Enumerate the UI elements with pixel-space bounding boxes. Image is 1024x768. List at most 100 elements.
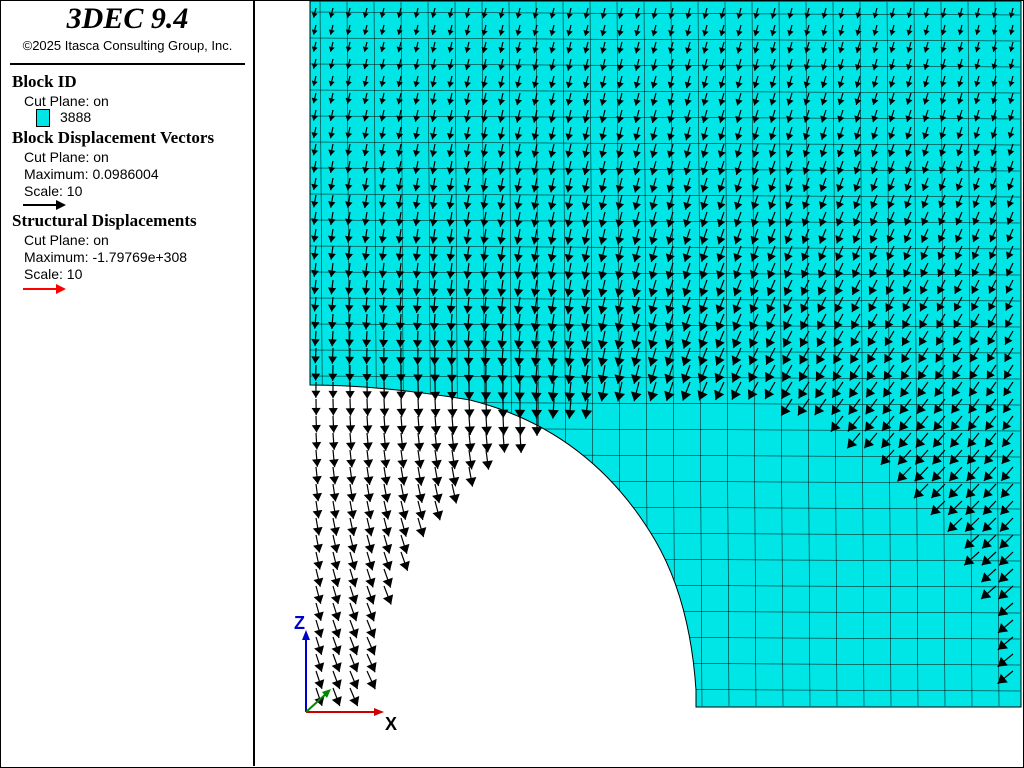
displacement-vector-head [364,510,375,520]
displacement-vector-head [464,443,476,453]
displacement-vector-head [313,543,323,553]
displacement-vector-head [448,476,460,487]
displacement-vector-head [345,425,356,434]
displacement-vector-head [531,427,543,436]
block-displacement-maximum: Maximum: 0.0986004 [24,166,159,182]
displacement-vector-head [329,459,339,468]
displacement-vector-head [413,425,424,435]
displacement-vector-head [311,390,321,398]
displacement-vector-head [398,527,410,537]
displacement-vector-head [362,408,373,417]
legend-panel: 3DEC 9.4 ©2025 Itasca Consulting Group, … [0,0,255,766]
displacement-vector-head [345,408,355,416]
displacement-vector-head [379,425,390,434]
displacement-vector-head [312,458,322,467]
displacement-vector-head [347,543,358,554]
displacement-vector-head [498,443,510,453]
displacement-vector-head [464,426,475,435]
displacement-vector-head [328,425,339,433]
displacement-vector-head [413,391,424,400]
displacement-vector-head [430,442,442,452]
axis-triad: Z X [294,613,397,734]
model-viewport[interactable]: Z X [257,1,1023,766]
displacement-vector-head [346,459,356,468]
displacement-vector-head [328,390,338,399]
displacement-vector-head [345,442,356,451]
displacement-vector-head [397,476,408,486]
displacement-vector-head [431,459,442,469]
displacement-vector-head [430,408,441,418]
displacement-vector-head [515,443,527,453]
displacement-vector-head [431,476,443,487]
displacement-vector-head [364,543,375,554]
displacement-vector-head [396,408,407,417]
displacement-vector-head [362,425,373,434]
displacement-vector-head [414,476,426,486]
displacement-vector-head [363,493,374,503]
displacement-vector-head [329,509,340,519]
y-axis-line [305,692,328,713]
displacement-vector-head [379,391,389,400]
displacement-vector-head [430,425,441,435]
displacement-vector-head [363,442,373,451]
displacement-vector-head [330,577,341,587]
displacement-vector-head [396,391,407,400]
block-id-cut-plane: Cut Plane: on [24,93,109,109]
displacement-vector-head [465,460,476,470]
legend-divider [10,63,245,65]
displacement-vector-head [449,493,460,504]
displacement-vector-head [379,408,390,417]
displacement-vector-head [430,391,441,400]
displacement-vector-head [380,493,392,503]
copyright-text: ©2025 Itasca Consulting Group, Inc. [22,38,233,53]
displacement-vector-head [414,442,425,452]
displacement-vector-head [465,477,477,487]
displacement-vector-head [313,560,324,570]
displacement-vector-head [363,459,374,468]
z-axis-label: Z [294,613,305,633]
displacement-vector-head [364,526,375,537]
displacement-vector-head [397,459,408,469]
structural-displacement-maximum: Maximum: -1.79769e+308 [24,249,188,265]
displacement-vector-head [313,594,324,604]
block-displacement-title: Block Displacement Vectors [12,128,215,147]
displacement-vector-head [312,475,322,485]
displacement-vector-head [311,424,321,433]
app-title: 3DEC 9.4 [66,2,189,35]
displacement-vector-head [346,476,357,485]
x-axis-label: X [385,714,397,734]
displacement-vector-head [311,407,321,416]
displacement-vector-head [380,476,391,486]
displacement-vector-head [414,459,425,469]
structural-displacement-title: Structural Displacements [12,211,197,230]
black-arrow-icon [23,200,66,210]
structural-displacement-scale: Scale: 10 [24,266,83,282]
displacement-vector-head [413,408,424,417]
displacement-vector-head [481,443,493,453]
displacement-vector-head [347,560,358,571]
displacement-vector-head [397,493,409,503]
displacement-vector-head [329,492,340,502]
displacement-vector-head [312,509,323,519]
block-id-value: 3888 [60,109,92,125]
displacement-vector-head [397,442,408,452]
structural-displacement-cut-plane: Cut Plane: on [24,232,109,248]
displacement-vector-head [330,560,341,570]
displacement-vector-head [328,442,339,450]
block-color-swatch [36,109,50,127]
displacement-vector-head [381,510,392,520]
displacement-vector-head [362,391,372,399]
displacement-vector-head [415,493,426,503]
displacement-vector-head [432,493,443,504]
displacement-vector-head [329,476,339,485]
displacement-vector-head [313,611,324,621]
displacement-vector-head [398,510,409,520]
displacement-vector-head [415,510,426,520]
displacement-vector-head [328,407,338,416]
displacement-vector-head [347,526,358,537]
displacement-vector-head [311,441,322,450]
block-displacement-cut-plane: Cut Plane: on [24,149,109,165]
displacement-vector-head [363,476,374,485]
displacement-vector-head [345,391,355,399]
red-arrow-icon [23,284,66,294]
